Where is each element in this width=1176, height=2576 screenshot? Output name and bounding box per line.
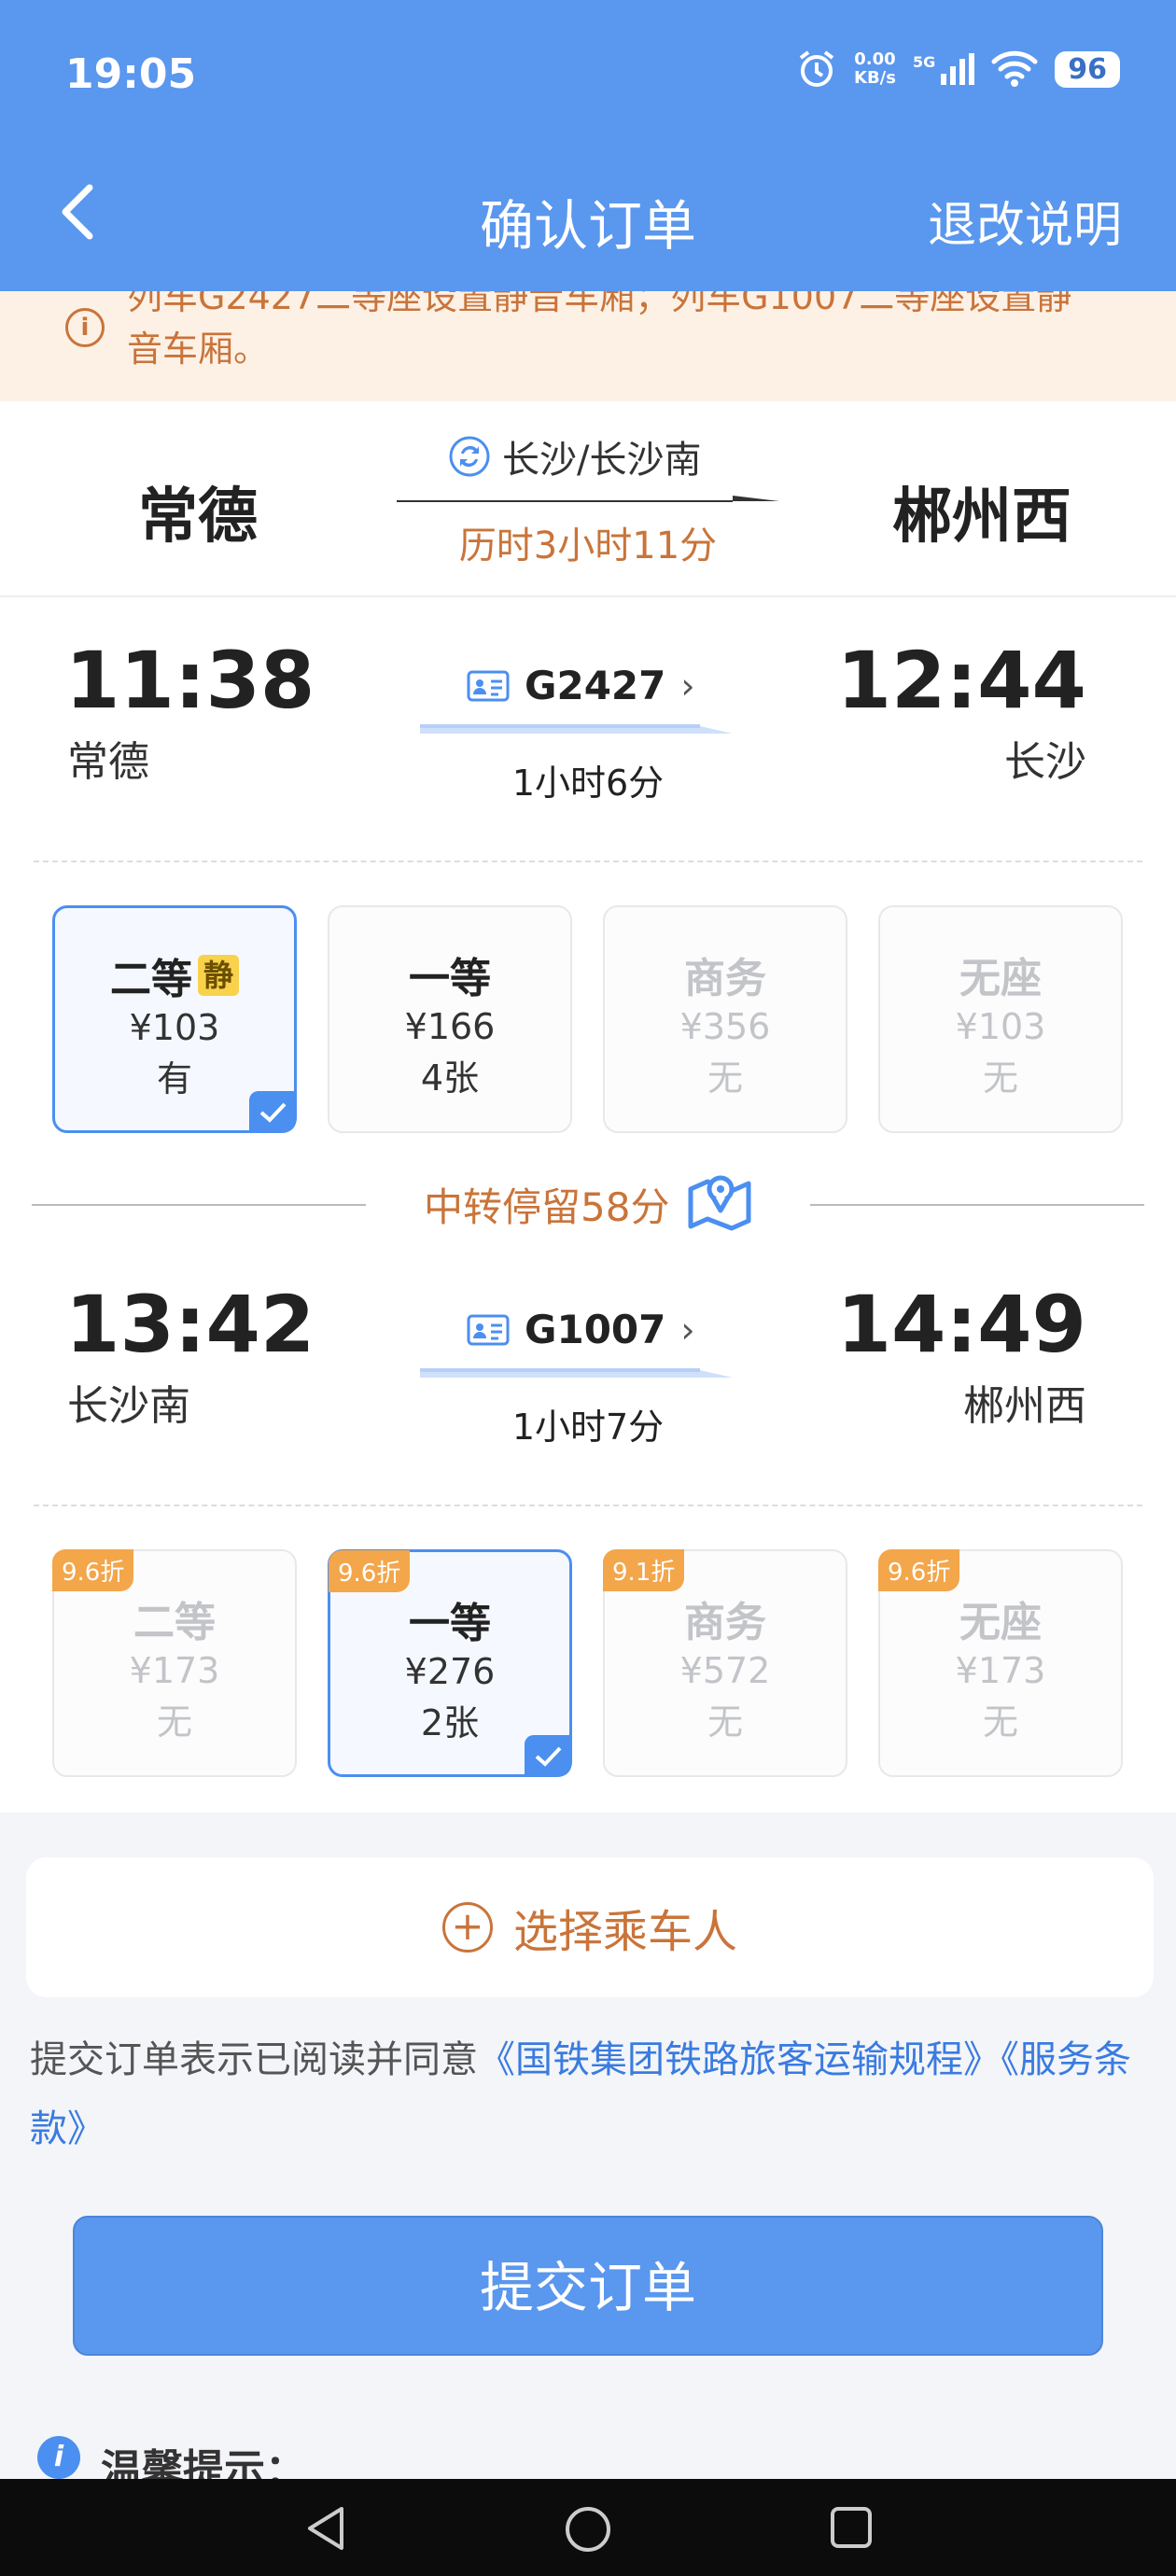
segment-2-body: 13:42 长沙南 G1007 › 1小时7分 14:49 郴州西 9.6折 二等… [0,1241,1176,1813]
notice-text: 列车G2427二等座设置静音车厢；列车G1007二等座设置静音车厢。 [127,291,1072,370]
seat-option-first-class[interactable]: 9.6折 一等 ¥276 2张 [328,1549,572,1777]
train-arrow [420,724,733,734]
transfer-info: 中转停留58分 [0,1157,1176,1251]
seat-option-second-class[interactable]: 二等静 ¥103 有 [52,905,297,1133]
arrival-station: 长沙 [1004,738,1086,786]
signal-icon: 5G [913,53,975,85]
transfer-layover: 中转停留58分 [424,1184,670,1230]
discount-badge: 9.6折 [52,1549,134,1591]
segment-duration: 1小时6分 [511,763,665,804]
arrival-time: 12:44 [836,635,1086,726]
seat-option-no-seat[interactable]: 9.6折 无座 ¥173 无 [878,1549,1123,1777]
system-nav-bar [0,2479,1176,2576]
destination-station: 郴州西 [892,483,1071,552]
route-arrow [397,496,779,502]
seat-option-business-class[interactable]: 9.1折 商务 ¥572 无 [603,1549,847,1777]
status-icons: 0.00 KB/s 5G 96 [796,49,1120,90]
train-number-link[interactable]: G1007 › [467,1307,695,1352]
quiet-car-badge: 静 [197,955,239,996]
info-icon: i [65,308,105,347]
route-summary: 常德 长沙/长沙南 历时3小时11分 郴州西 [0,401,1176,597]
tips-section: i 温馨提示： [37,2436,1157,2479]
back-triangle-icon[interactable] [304,2505,347,2552]
agreement-text: 提交订单表示已阅读并同意《国铁集团铁路旅客运输规程》《服务条款》 [30,2038,1131,2150]
app-header: 19:05 0.00 KB/s 5G 96 确认订单 退改说明 [0,0,1176,291]
discount-badge: 9.6折 [878,1549,960,1591]
check-icon [525,1735,571,1776]
chevron-right-icon: › [680,1309,695,1351]
train-number-link[interactable]: G2427 › [467,663,695,708]
check-icon [249,1091,296,1132]
status-time: 19:05 [65,50,197,98]
seat-options: 二等静 ¥103 有 一等 ¥166 4张 商务 ¥356 无 无座 ¥103 … [52,905,1124,1139]
train-segment-2: 13:42 长沙南 G1007 › 1小时7分 14:49 郴州西 9.6折 二等… [0,1157,1176,1813]
quiet-car-notice: i 列车G2427二等座设置静音车厢；列车G1007二等座设置静音车厢。 [0,291,1176,401]
map-pin-icon[interactable] [685,1167,754,1236]
ticket-icon [467,670,510,701]
seat-options: 9.6折 二等 ¥173 无 9.6折 一等 ¥276 2张 9.1折 商务 ¥… [52,1549,1124,1783]
battery-indicator: 96 [1055,50,1120,88]
submit-order-button[interactable]: 提交订单 [73,2216,1103,2356]
nav-bar: 确认订单 退改说明 [0,163,1176,266]
divider [34,861,1142,862]
divider [810,1204,1144,1206]
ticket-icon [467,1314,510,1345]
seat-option-no-seat[interactable]: 无座 ¥103 无 [878,905,1123,1133]
refund-policy-link[interactable]: 退改说明 [928,186,1122,256]
divider [34,1505,1142,1506]
status-bar: 19:05 0.00 KB/s 5G 96 [0,0,1176,149]
train-arrow [420,1368,733,1378]
tips-label: 温馨提示： [101,2446,306,2479]
discount-badge: 9.6折 [329,1550,411,1592]
arrival-time: 14:49 [836,1279,1086,1370]
arrival-station: 郴州西 [963,1382,1086,1430]
transfer-icon [449,436,490,477]
departure-time: 11:38 [65,635,315,726]
alarm-icon [799,50,834,87]
seat-option-second-class[interactable]: 9.6折 二等 ¥173 无 [52,1549,297,1777]
home-circle-icon[interactable] [564,2505,612,2554]
transfer-station: 长沙/长沙南 [448,429,701,483]
wifi-icon [991,50,1038,87]
seat-option-first-class[interactable]: 一等 ¥166 4张 [328,905,572,1133]
regulation-link[interactable]: 《国铁集团铁路旅客运输规程》 [478,2038,1001,2081]
info-icon: i [37,2436,80,2479]
departure-time: 13:42 [65,1279,315,1370]
train-segment-1: 11:38 常德 G2427 › 1小时6分 12:44 长沙 二等静 ¥103 … [0,597,1176,1157]
recents-square-icon[interactable] [829,2505,874,2550]
net-speed: 0.00 KB/s [854,49,896,88]
seat-option-business-class[interactable]: 商务 ¥356 无 [603,905,847,1133]
discount-badge: 9.1折 [603,1549,685,1591]
divider [32,1204,366,1206]
select-passenger-button[interactable]: + 选择乘车人 [26,1857,1154,1997]
plus-icon: + [441,1902,493,1953]
chevron-right-icon: › [680,665,695,707]
